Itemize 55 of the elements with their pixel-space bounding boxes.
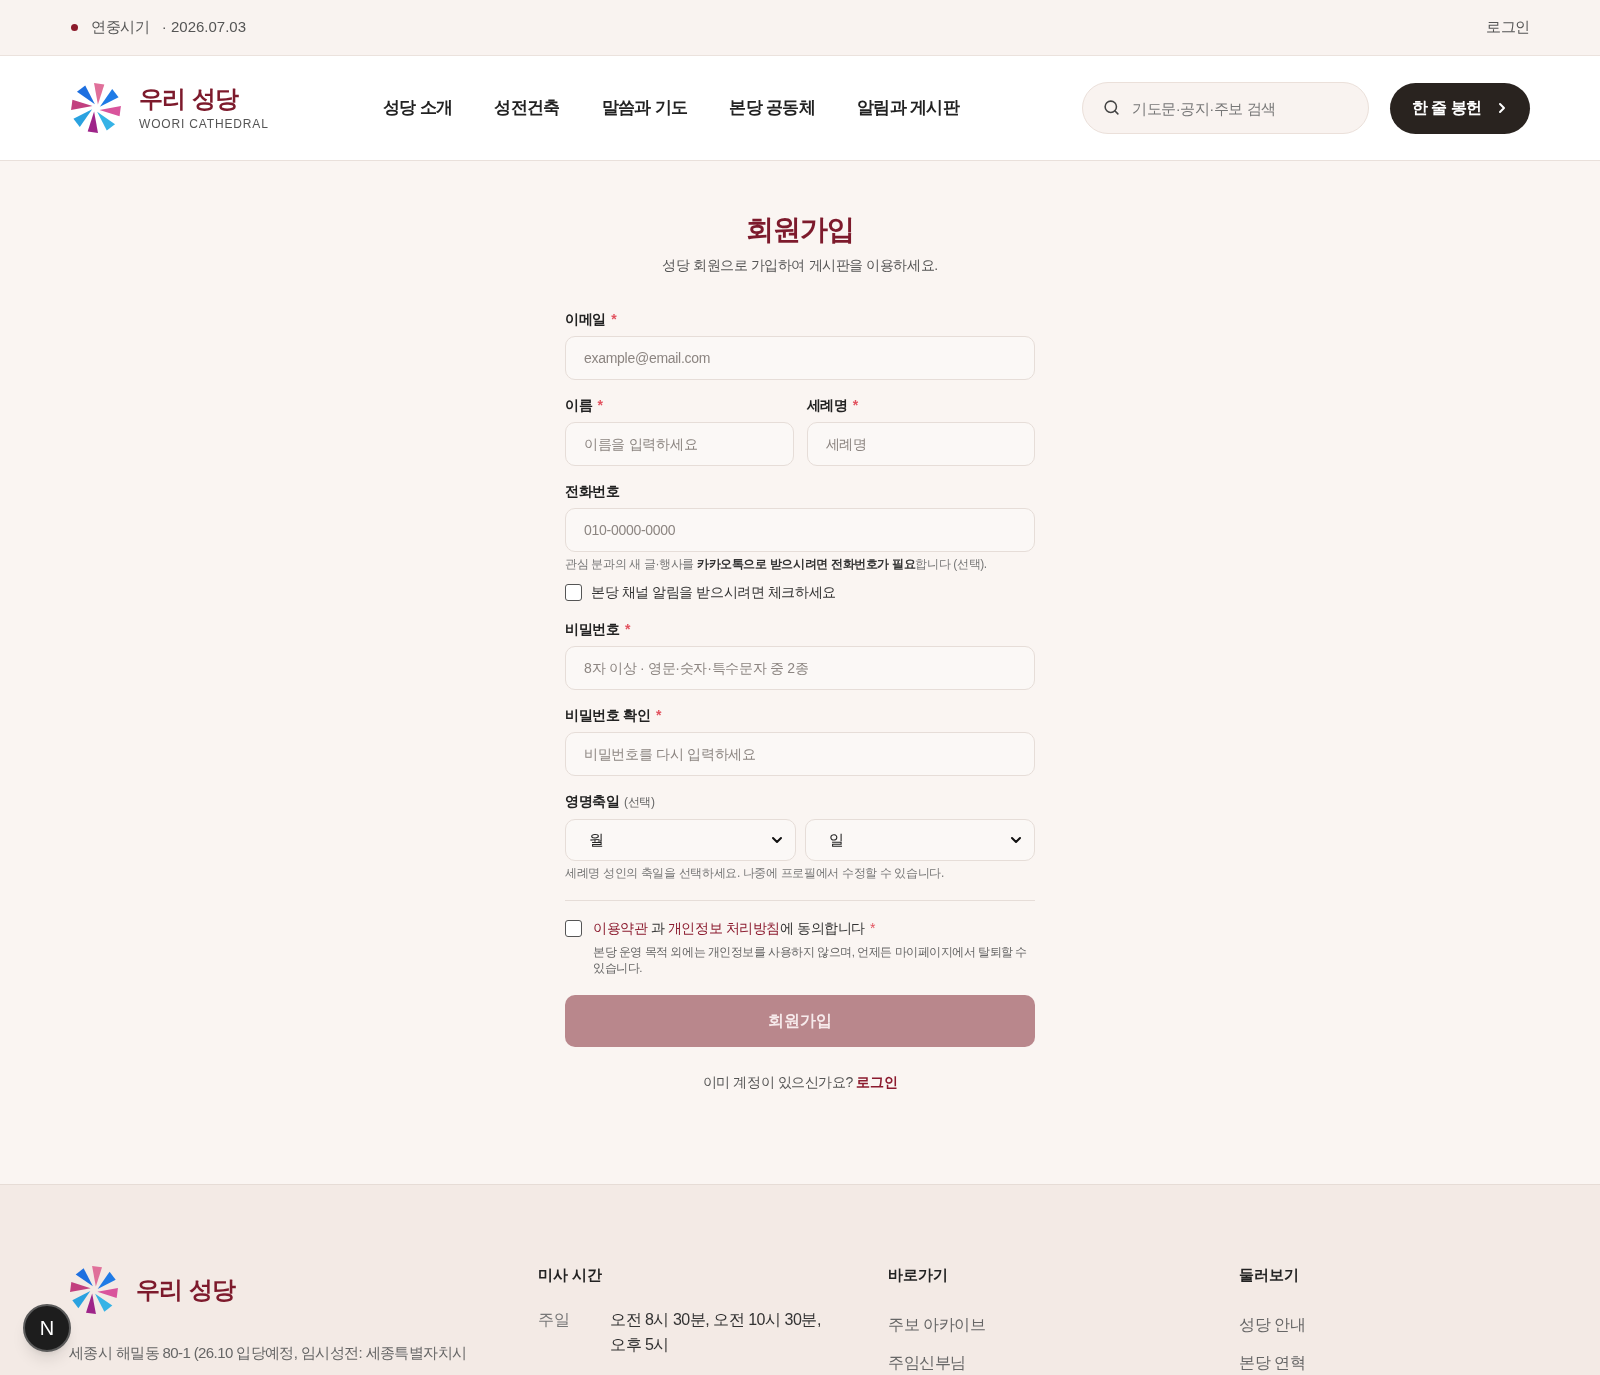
starburst-logo-icon bbox=[70, 82, 122, 134]
consent-label: 이용약관 과 개인정보 처리방침 에 동의합니다 bbox=[593, 919, 865, 938]
login-link[interactable]: 로그인 bbox=[1485, 16, 1530, 39]
page-title: 회원가입 bbox=[744, 213, 856, 247]
nav-link[interactable]: 성전건축 bbox=[494, 95, 560, 121]
hint-text: 세례명 성인의 축일을 선택하세요. 나중에 프로필에서 수정할 수 있습니다. bbox=[565, 865, 944, 881]
login-link[interactable]: 로그인 bbox=[856, 1074, 898, 1090]
search-icon bbox=[1103, 99, 1120, 116]
checkbox[interactable] bbox=[565, 920, 582, 937]
policy-link[interactable]: 개인정보 처리방침 bbox=[667, 920, 780, 936]
policy-link[interactable]: 이용약관 bbox=[593, 920, 648, 936]
brand-subtitle: WOORI CATHEDRAL bbox=[139, 117, 269, 131]
footer-heading: 미사 시간 bbox=[538, 1265, 603, 1285]
consent-description: 본당 운영 목적 외에는 개인정보를 사용하지 않으며, 언제든 마이페이지에서 탈퇴할 수 있습니다. bbox=[593, 945, 1028, 976]
nav-link[interactable]: 알림과 게시판 bbox=[856, 95, 959, 121]
nav-link[interactable]: 성당 소개 bbox=[383, 95, 453, 121]
login-prompt: 이미 계정이 있으신가요? 로그인 bbox=[701, 1073, 899, 1092]
mass-times: 오전 8시 30분, 오전 10시 30분, 오후 5시 bbox=[610, 1310, 822, 1355]
text-input[interactable]: example@email.com bbox=[565, 336, 1035, 380]
footer-heading: 둘러보기 bbox=[1239, 1265, 1299, 1285]
search-field[interactable]: 기도문·공지·주보 검색 bbox=[1082, 82, 1369, 134]
field-label: 비밀번호 * bbox=[565, 620, 631, 639]
text-input[interactable]: 010-0000-0000 bbox=[565, 508, 1035, 552]
starburst-logo-icon bbox=[69, 1265, 119, 1315]
text-input[interactable]: 이름을 입력하세요 bbox=[565, 422, 794, 466]
season-label: 연중시기 bbox=[91, 17, 150, 38]
nav-link[interactable]: 본당 공동체 bbox=[729, 95, 815, 121]
required-mark: * bbox=[869, 919, 876, 938]
checkbox[interactable] bbox=[565, 583, 582, 601]
footer-link[interactable]: 주보 아카이브 bbox=[888, 1313, 986, 1337]
footer-heading: 바로가기 bbox=[888, 1265, 948, 1285]
footer-brand-name: 우리 성당 bbox=[136, 1276, 236, 1304]
text-input[interactable]: 8자 이상 · 영문·숫자·특수문자 중 2종 bbox=[565, 646, 1035, 690]
hint-text: 관심 분과의 새 글·행사를 카카오톡으로 받으시려면 전화번호가 필요합니다 (선택). bbox=[565, 556, 987, 572]
field-label: 전화번호 bbox=[565, 482, 620, 501]
footer-link[interactable]: 주임신부님 bbox=[888, 1351, 966, 1375]
address-text: 세종시 해밀동 80-1 (26.10 입당예정, 임시성전: 세종특별자치시 bbox=[69, 1343, 467, 1363]
offering-button[interactable]: 한 줄 봉헌 bbox=[1390, 82, 1530, 134]
dropdown-select[interactable]: 일 bbox=[804, 819, 1035, 861]
field-label: 세례명 * bbox=[806, 396, 858, 415]
text-input[interactable]: 비밀번호를 다시 입력하세요 bbox=[565, 732, 1035, 776]
field-label: 영명축일 (선택) bbox=[565, 792, 655, 811]
field-label: 이메일 * bbox=[565, 310, 617, 329]
brand-name: 우리 성당 bbox=[139, 85, 239, 113]
footer-link[interactable]: 성당 안내 bbox=[1239, 1313, 1306, 1337]
text-input[interactable]: 세례명 bbox=[806, 422, 1035, 466]
field-label: 비밀번호 확인 * bbox=[565, 706, 662, 725]
date-label: · 2026.07.03 bbox=[161, 17, 247, 38]
checkbox-label: 본당 채널 알림을 받으시려면 체크하세요 bbox=[591, 583, 836, 602]
field-label: 이름 * bbox=[565, 396, 603, 415]
nav-link[interactable]: 말씀과 기도 bbox=[601, 95, 688, 121]
page-subtitle: 성당 회원으로 가입하여 게시판을 이용하세요. bbox=[661, 256, 939, 275]
mass-day: 주일 bbox=[538, 1307, 610, 1332]
footer-link[interactable]: 본당 연혁 bbox=[1239, 1351, 1306, 1375]
dropdown-select[interactable]: 월 bbox=[565, 819, 796, 861]
